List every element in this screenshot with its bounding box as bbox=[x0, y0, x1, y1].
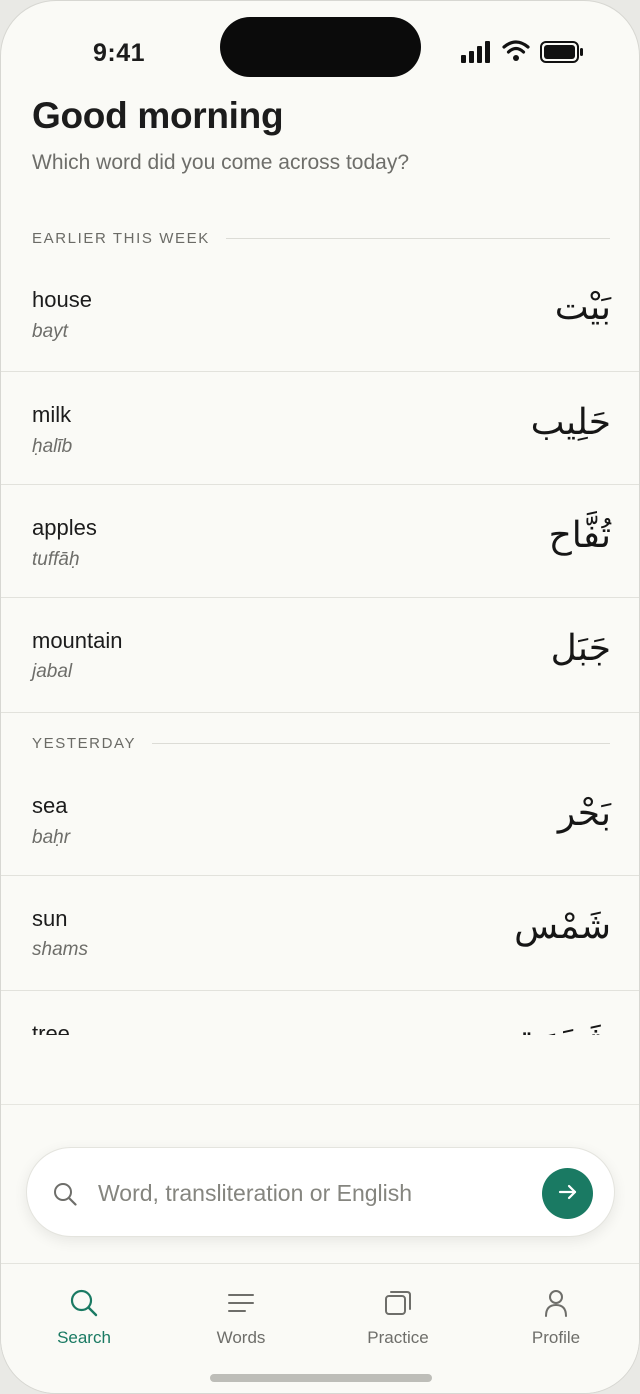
tab-label: Search bbox=[57, 1328, 111, 1347]
word-row-mountain[interactable]: mountain jabal جَبَل bbox=[1, 598, 639, 713]
dynamic-island bbox=[220, 17, 421, 77]
word-row-sea[interactable]: sea baḥr بَحْر bbox=[1, 763, 639, 876]
tab-practice[interactable]: Practice bbox=[338, 1288, 458, 1358]
section-header-yesterday: YESTERDAY bbox=[32, 732, 610, 754]
word-transliteration: shams bbox=[32, 939, 88, 960]
battery-icon bbox=[540, 41, 583, 63]
list-icon bbox=[228, 1294, 254, 1312]
search-bar[interactable] bbox=[26, 1147, 615, 1237]
tab-profile[interactable]: Profile bbox=[496, 1288, 616, 1358]
wifi-icon bbox=[502, 40, 530, 61]
word-arabic: شَجَرَة bbox=[519, 1019, 611, 1035]
search-submit-button[interactable] bbox=[542, 1168, 593, 1219]
search-input[interactable] bbox=[98, 1172, 528, 1214]
section-title: EARLIER THIS WEEK bbox=[32, 229, 210, 247]
word-english: tree bbox=[32, 1021, 70, 1035]
word-transliteration: jabal bbox=[32, 661, 73, 682]
page-subtitle: Which word did you come across today? bbox=[32, 151, 410, 174]
tab-label: Profile bbox=[531, 1328, 581, 1347]
cellular-signal-icon bbox=[461, 41, 490, 63]
word-row-sun[interactable]: sun shams شَمْس bbox=[1, 876, 639, 991]
tab-words[interactable]: Words bbox=[181, 1288, 301, 1358]
word-row-milk[interactable]: milk ḥalīb حَلِيب bbox=[1, 372, 639, 485]
search-icon bbox=[54, 1183, 77, 1206]
divider bbox=[152, 742, 610, 744]
word-english: sun bbox=[32, 906, 68, 931]
word-row-tree[interactable]: tree شَجَرَة bbox=[1, 993, 639, 1035]
cards-icon bbox=[385, 1291, 411, 1315]
word-arabic: جَبَل bbox=[550, 628, 611, 669]
word-english: apples bbox=[32, 515, 97, 540]
tab-label: Practice bbox=[367, 1328, 429, 1347]
word-arabic: بَحْر bbox=[557, 793, 611, 834]
word-arabic: شَمْس bbox=[514, 906, 611, 947]
word-english: house bbox=[32, 287, 92, 312]
status-bar: 9:41 bbox=[1, 1, 639, 101]
word-english: sea bbox=[32, 793, 68, 818]
word-english: milk bbox=[32, 402, 72, 427]
page-title: Good morning bbox=[32, 95, 284, 136]
list-item: tree شَجَرَة bbox=[1, 993, 639, 1035]
arrow-right-icon bbox=[558, 1184, 577, 1200]
word-transliteration: bayt bbox=[32, 321, 68, 342]
section-title: YESTERDAY bbox=[32, 734, 137, 752]
scroll-fade bbox=[1, 1035, 639, 1105]
status-time: 9:41 bbox=[93, 39, 146, 67]
search-icon bbox=[70, 1289, 98, 1317]
word-row-house[interactable]: house bayt بَيْت bbox=[1, 259, 639, 372]
section-header-earlier: EARLIER THIS WEEK bbox=[32, 227, 610, 249]
word-row-apples[interactable]: apples tuffāḥ تُفَّاح bbox=[1, 485, 639, 598]
person-icon bbox=[545, 1290, 567, 1317]
home-indicator[interactable] bbox=[210, 1374, 432, 1382]
phone-screen: 9:41 Good morning Which word did you com… bbox=[0, 0, 640, 1394]
word-english: mountain bbox=[32, 628, 123, 653]
word-arabic: بَيْت bbox=[554, 287, 611, 328]
word-transliteration: baḥr bbox=[32, 827, 71, 848]
divider bbox=[225, 237, 610, 239]
word-transliteration: ḥalīb bbox=[32, 436, 73, 457]
tab-search[interactable]: Search bbox=[24, 1288, 144, 1358]
word-arabic: حَلِيب bbox=[530, 402, 611, 443]
word-arabic: تُفَّاح bbox=[548, 515, 611, 556]
word-transliteration: tuffāḥ bbox=[32, 549, 80, 570]
tab-label: Words bbox=[216, 1328, 266, 1347]
